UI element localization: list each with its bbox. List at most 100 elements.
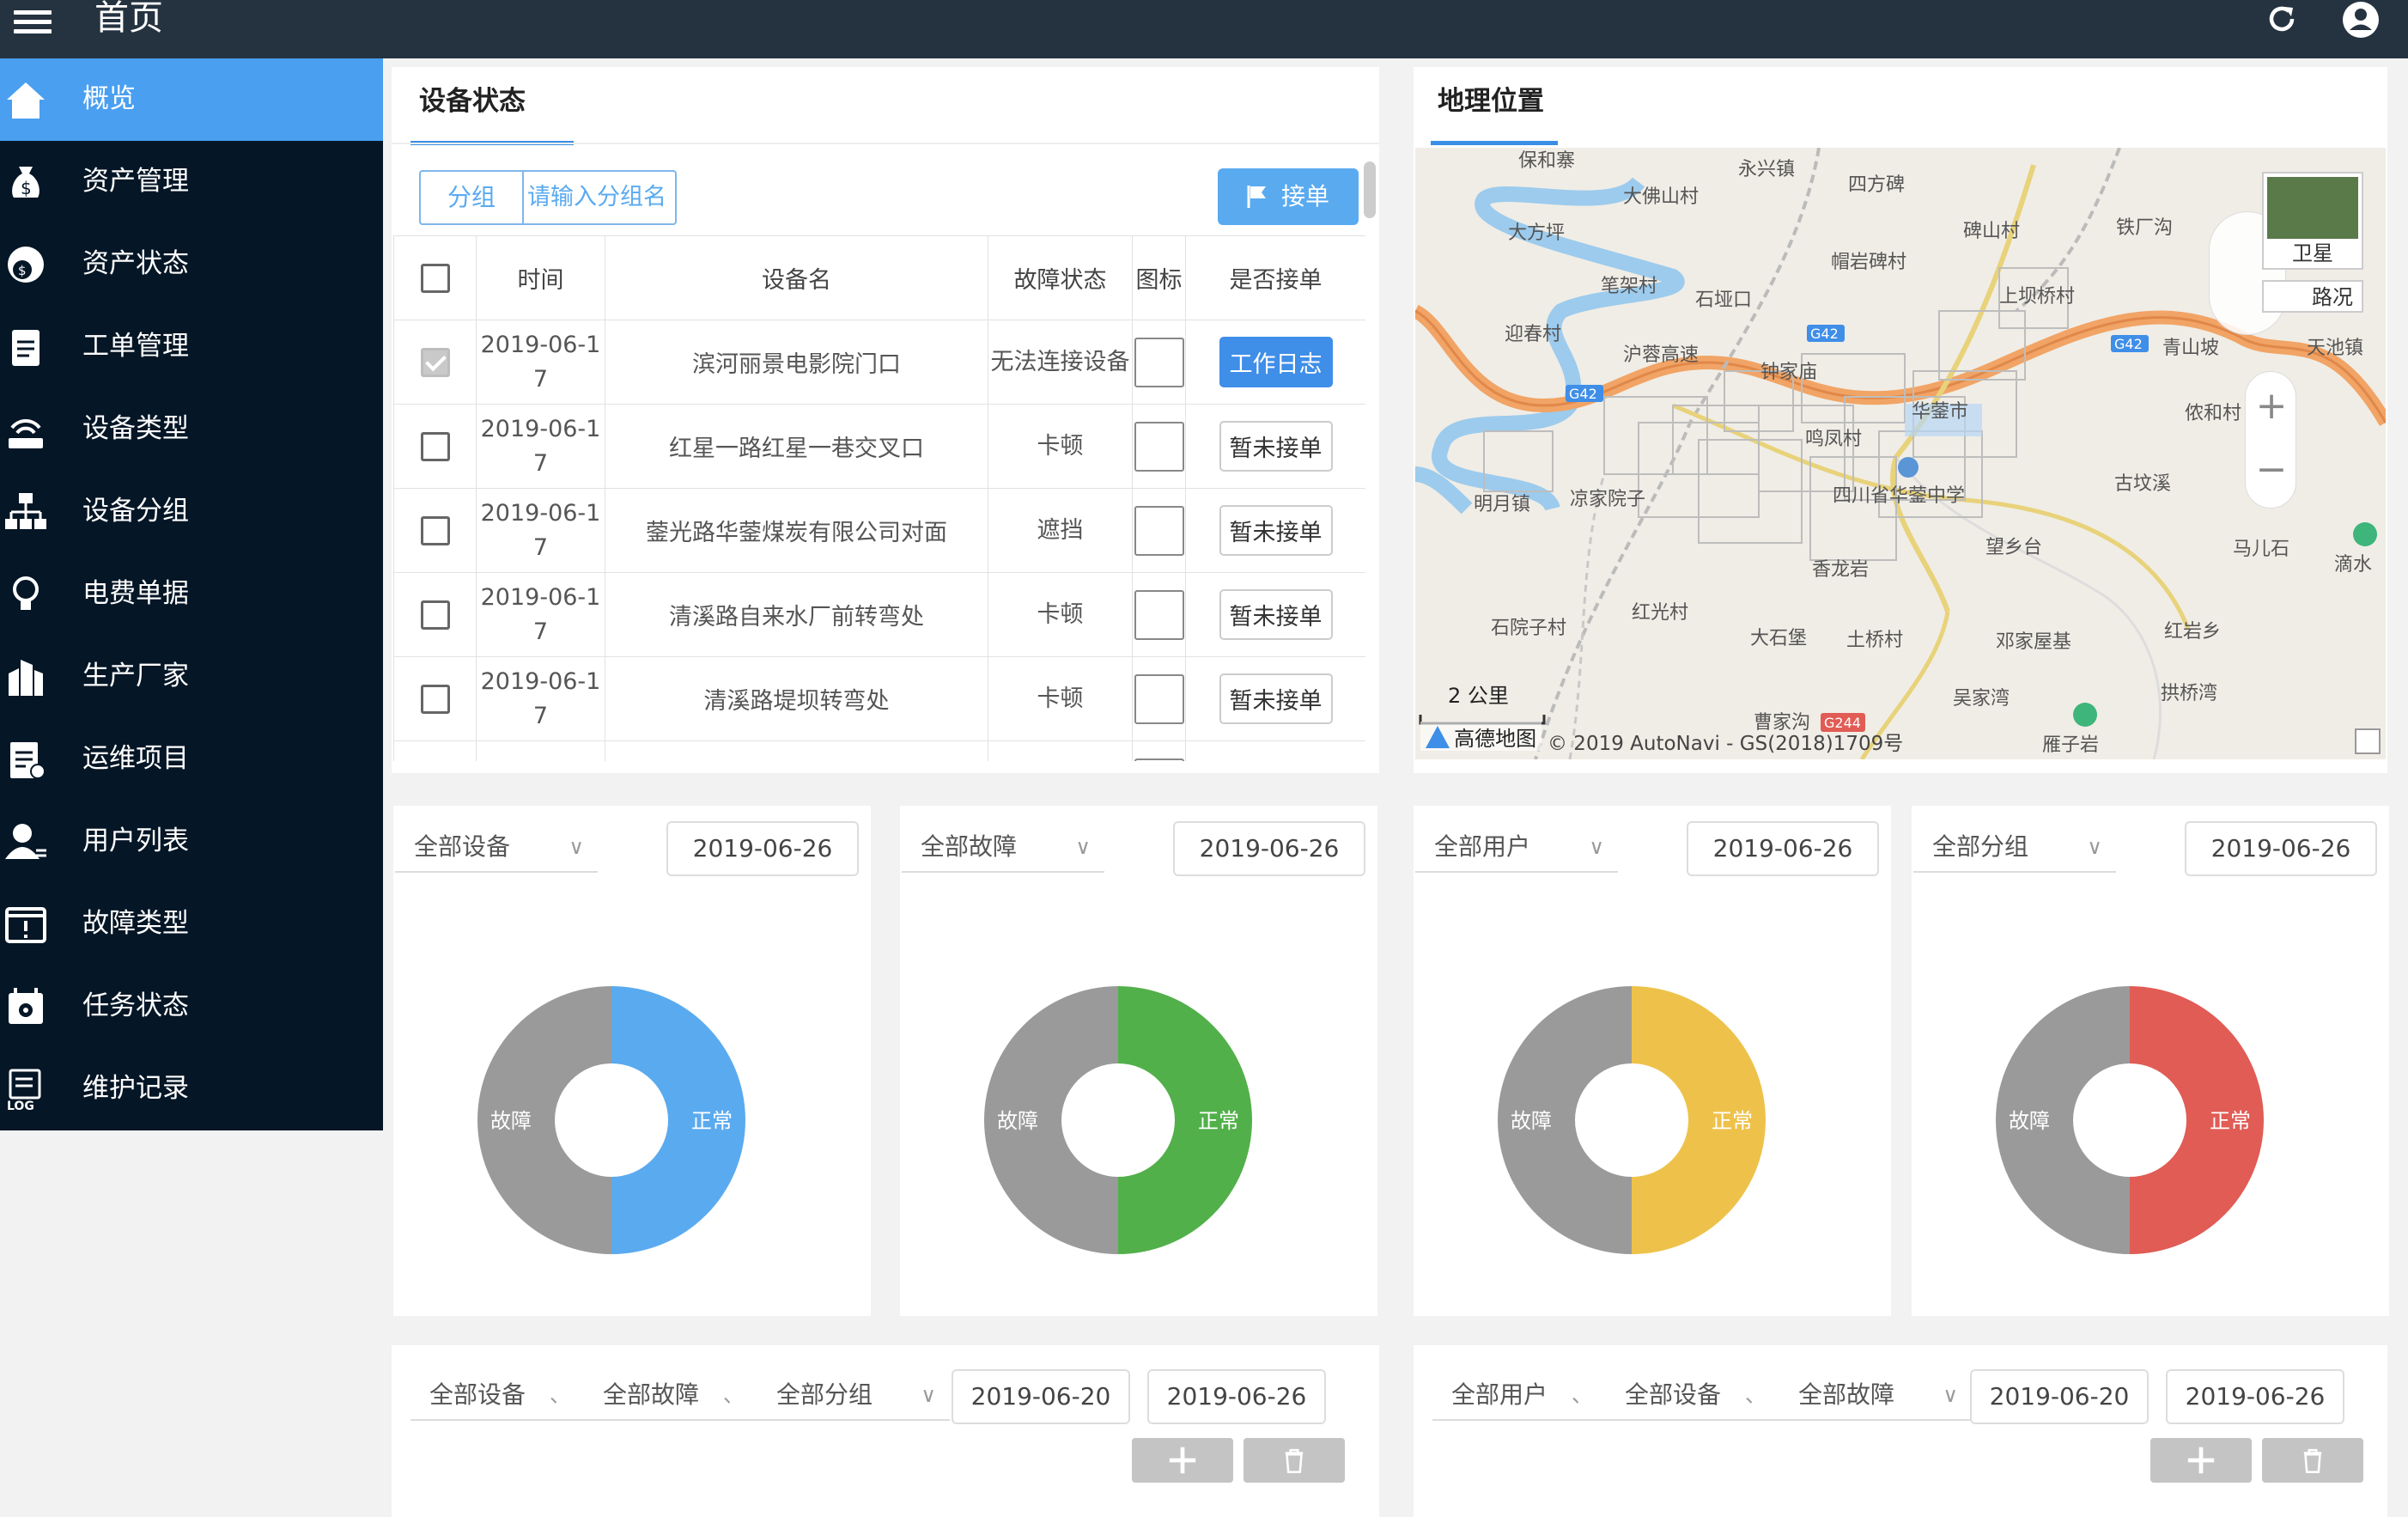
device-name-cell: 清溪路自来水厂前转弯处 [605,572,988,657]
row-select-cell[interactable] [393,320,477,405]
work-log-button[interactable]: 工作日志 [1219,337,1333,387]
fault-select-filter[interactable]: 全部故障、 [584,1369,757,1421]
map-logo: 高德地图 [1420,722,1542,751]
chevron-down-icon: 、 [550,1383,570,1407]
zoom-out-button[interactable]: − [2246,444,2297,496]
map-place-label: 迎春村 [1505,324,1561,345]
donut-chart[interactable]: 故障 正常 [900,806,1377,1316]
sidebar-item[interactable]: 电费单据 [0,553,383,636]
traffic-layer-button[interactable]: 路况 [2262,280,2363,313]
map-place-label: 天池镇 [2307,338,2363,359]
column-header-time[interactable]: 时间 [476,235,605,320]
row-checkbox[interactable] [420,515,450,545]
map-view[interactable]: G42 G42 G42 G244 保和寨 永兴镇 四方碑 大佛山村 碑山村 铁厂沟 大方坪帽… [1415,148,2386,759]
fault-select-filter[interactable]: 全部故障 ∨ [1779,1369,1972,1421]
column-header-device-name[interactable]: 设备名 [605,235,988,320]
row-checkbox[interactable] [420,431,450,461]
top-bar: 首页 [0,0,2408,58]
sidebar-item[interactable]: 概览 [0,58,383,141]
donut-chart[interactable]: 故障 正常 [393,806,871,1316]
sidebar-item[interactable]: $ 资产状态 [0,223,383,306]
time-cell: 2019-06-17 [476,572,605,657]
map-place-label: 四川省华蓥中学 [1833,485,1965,507]
icon-cell [1132,404,1186,489]
row-checkbox[interactable] [420,600,450,630]
row-checkbox[interactable] [420,347,450,377]
map-place-label: 红光村 [1632,602,1688,624]
row-select-cell[interactable] [393,656,477,741]
table-row[interactable]: 2019-06-17 蓥光路华蓥煤炭有限公司对面 遮挡 暂未接单 [393,488,1365,573]
table-row[interactable]: 2019-06-17 清溪路堤坝转弯处 卡顿 暂未接单 [393,656,1365,741]
device-icon-placeholder [1134,589,1184,640]
map-place-label: 永兴镇 [1738,159,1795,180]
date-from-input[interactable]: 2019-06-20 [1970,1369,2149,1424]
row-select-cell[interactable] [393,740,477,761]
row-select-cell[interactable] [393,404,477,489]
zoom-control: + − [2245,371,2296,509]
device-icon-placeholder [1134,337,1184,387]
sidebar-item[interactable]: 故障类型 [0,883,383,966]
road [1534,148,1821,759]
not-accepted-button[interactable]: 暂未接单 [1219,421,1333,472]
delete-button[interactable] [2262,1438,2363,1483]
refresh-icon[interactable] [2262,0,2302,40]
zoom-in-button[interactable]: + [2246,381,2297,432]
sidebar-item[interactable]: 工单管理 [0,306,383,388]
add-button[interactable] [1132,1438,1233,1483]
satellite-layer-button[interactable]: 卫星 [2262,172,2363,270]
date-to-input[interactable]: 2019-06-26 [2166,1369,2344,1424]
row-select-cell[interactable] [393,488,477,573]
sidebar-item[interactable]: LOG 维护记录 [0,1048,383,1130]
column-header-icon[interactable]: 图标 [1132,235,1186,320]
menu-icon[interactable] [14,5,52,40]
not-accepted-button[interactable]: 暂未接单 [1219,505,1333,556]
sidebar-item[interactable]: $ 资产管理 [0,141,383,223]
sidebar-item-label: 电费单据 [82,578,189,609]
chevron-down-icon: 、 [723,1383,744,1407]
donut-chart[interactable]: 故障 正常 [1912,806,2389,1316]
sidebar-item[interactable]: 运维项目 [0,718,383,801]
table-row[interactable]: 2019-06-17 清溪路自来水厂前转弯处 卡顿 暂未接单 [393,572,1365,657]
date-from-input[interactable]: 2019-06-20 [952,1369,1130,1424]
donut-chart[interactable]: 故障 正常 [1414,806,1891,1316]
map-expand-icon[interactable] [2355,728,2381,754]
device-select-filter[interactable]: 全部设备、 [410,1369,584,1421]
fault-status-cell: 卡顿 [988,572,1133,657]
column-header-accepted[interactable]: 是否接单 [1185,235,1365,320]
group-select-filter[interactable]: 全部分组 ∨ [757,1369,950,1421]
map-place-label: 帽岩碑村 [1831,252,1906,273]
group-label-button[interactable]: 分组 [421,172,524,223]
pie-slice-label: 故障 [1511,1109,1552,1133]
pie-slice-label: 故障 [490,1109,532,1133]
sidebar-item[interactable]: 设备分组 [0,471,383,553]
map-place-label: 大佛山村 [1623,186,1699,208]
table-row[interactable]: 2019-06-1 [393,740,1365,761]
row-select-cell[interactable] [393,572,477,657]
table-row[interactable]: 2019-06-17 滨河丽景电影院门口 无法连接设备 工作日志 [393,320,1365,405]
sitemap-icon [5,493,46,529]
add-button[interactable] [2150,1438,2252,1483]
query-panel-left: 全部设备、 全部故障、 全部分组 ∨ 2019-06-20 2019-06-26 [392,1345,1379,1517]
sidebar-item[interactable]: 用户列表 [0,801,383,883]
table-scrollbar[interactable] [1364,161,1376,218]
user-select-filter[interactable]: 全部用户、 [1432,1369,1606,1421]
group-search-input[interactable]: 请输入分组名 [527,172,675,223]
sidebar-item[interactable]: 任务状态 [0,966,383,1048]
sidebar-item[interactable]: 设备类型 [0,388,383,471]
delete-button[interactable] [1244,1438,1345,1483]
accept-order-button[interactable]: 接单 [1218,168,1359,225]
not-accepted-button[interactable]: 暂未接单 [1219,673,1333,724]
user-account-icon[interactable] [2341,0,2381,40]
map-place-label: 香龙岩 [1812,559,1869,581]
sidebar-item[interactable]: 生产厂家 [0,636,383,718]
column-header-fault-status[interactable]: 故障状态 [988,235,1133,320]
map-place-label: 碑山村 [1963,221,2020,242]
not-accepted-button[interactable]: 暂未接单 [1219,589,1333,640]
table-row[interactable]: 2019-06-17 红星一路红星一巷交叉口 卡顿 暂未接单 [393,404,1365,489]
select-all-checkbox[interactable] [420,263,450,293]
chart-panel: 全部用户 ∨ 2019-06-26 故障 正常 [1414,806,1891,1316]
date-to-input[interactable]: 2019-06-26 [1147,1369,1326,1424]
device-select-filter[interactable]: 全部设备、 [1606,1369,1779,1421]
row-checkbox[interactable] [420,684,450,714]
select-all-cell[interactable] [393,235,477,320]
